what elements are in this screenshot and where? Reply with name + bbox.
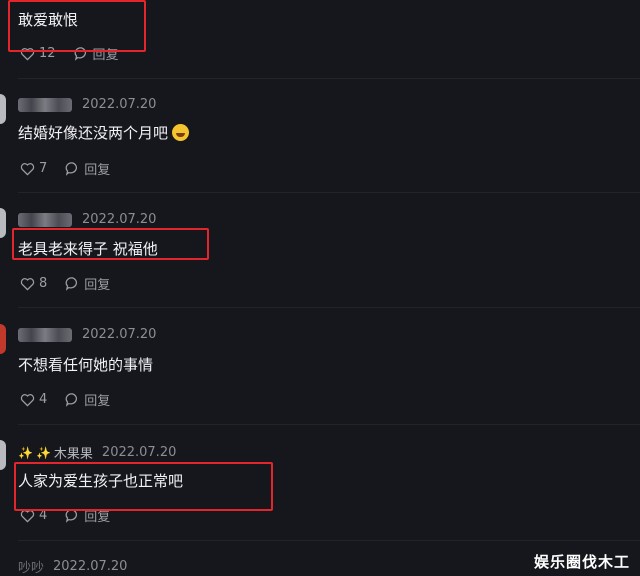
comment-date: 2022.07.20 xyxy=(53,559,128,574)
comment-bubble-icon xyxy=(65,277,78,291)
username[interactable]: 木果果 xyxy=(54,443,93,462)
reply-label: 回复 xyxy=(84,278,111,293)
avatar[interactable] xyxy=(0,208,6,238)
username-blurred[interactable] xyxy=(18,97,72,112)
reply-label: 回复 xyxy=(84,394,111,409)
comment-meta: 2022.07.20 xyxy=(18,212,156,227)
username-blurred[interactable] xyxy=(18,212,72,227)
like-button[interactable]: 8 xyxy=(20,276,47,291)
like-button[interactable]: 4 xyxy=(20,392,47,407)
watermark: 娱乐圈伐木工 xyxy=(533,553,630,571)
heart-icon xyxy=(20,162,35,176)
divider xyxy=(18,307,640,308)
reply-button[interactable]: 回复 xyxy=(65,159,110,178)
like-count: 4 xyxy=(39,392,48,407)
username-blurred[interactable] xyxy=(18,327,72,342)
comment-text: 不想看任何她的事情 xyxy=(18,356,154,374)
comment-actions: 7 回复 xyxy=(20,159,110,178)
comment-actions: 4 回复 xyxy=(20,390,110,409)
reply-button[interactable]: 回复 xyxy=(65,390,110,409)
reply-label: 回复 xyxy=(84,163,111,178)
comment-meta: 2022.07.20 xyxy=(18,97,156,112)
comment-date: 2022.07.20 xyxy=(101,445,177,460)
comment-text: 结婚好像还没两个月吧 xyxy=(18,122,190,143)
like-count: 8 xyxy=(39,276,48,291)
username[interactable]: 吵吵 xyxy=(18,557,44,576)
comment-date: 2022.07.20 xyxy=(82,327,157,342)
highlight-box xyxy=(8,0,146,52)
heart-icon xyxy=(20,277,35,291)
avatar[interactable] xyxy=(0,440,6,470)
avatar[interactable] xyxy=(0,94,6,124)
comment-date: 2022.07.20 xyxy=(82,212,157,227)
like-button[interactable]: 7 xyxy=(20,161,47,176)
comment-bubble-icon xyxy=(65,393,78,407)
highlight-box xyxy=(12,228,209,260)
sparkle-icon: ✨ xyxy=(18,445,33,460)
comment-meta: 2022.07.20 xyxy=(18,327,156,342)
divider xyxy=(18,192,640,193)
comment-bubble-icon xyxy=(65,162,78,176)
like-count: 7 xyxy=(39,161,48,176)
divider xyxy=(18,540,640,541)
comment-meta: ✨ ✨ 木果果 2022.07.20 xyxy=(18,443,176,462)
avatar[interactable] xyxy=(0,324,6,354)
divider xyxy=(18,78,640,79)
reply-button[interactable]: 回复 xyxy=(65,274,110,293)
divider xyxy=(18,424,640,425)
comment-date: 2022.07.20 xyxy=(82,97,157,112)
laughing-emoji-icon xyxy=(172,124,190,141)
highlight-box xyxy=(14,462,273,511)
comment-actions: 8 回复 xyxy=(20,274,110,293)
heart-icon xyxy=(20,393,35,407)
sparkle-icon: ✨ xyxy=(35,445,51,460)
comment-meta: 吵吵 2022.07.20 xyxy=(18,557,127,576)
